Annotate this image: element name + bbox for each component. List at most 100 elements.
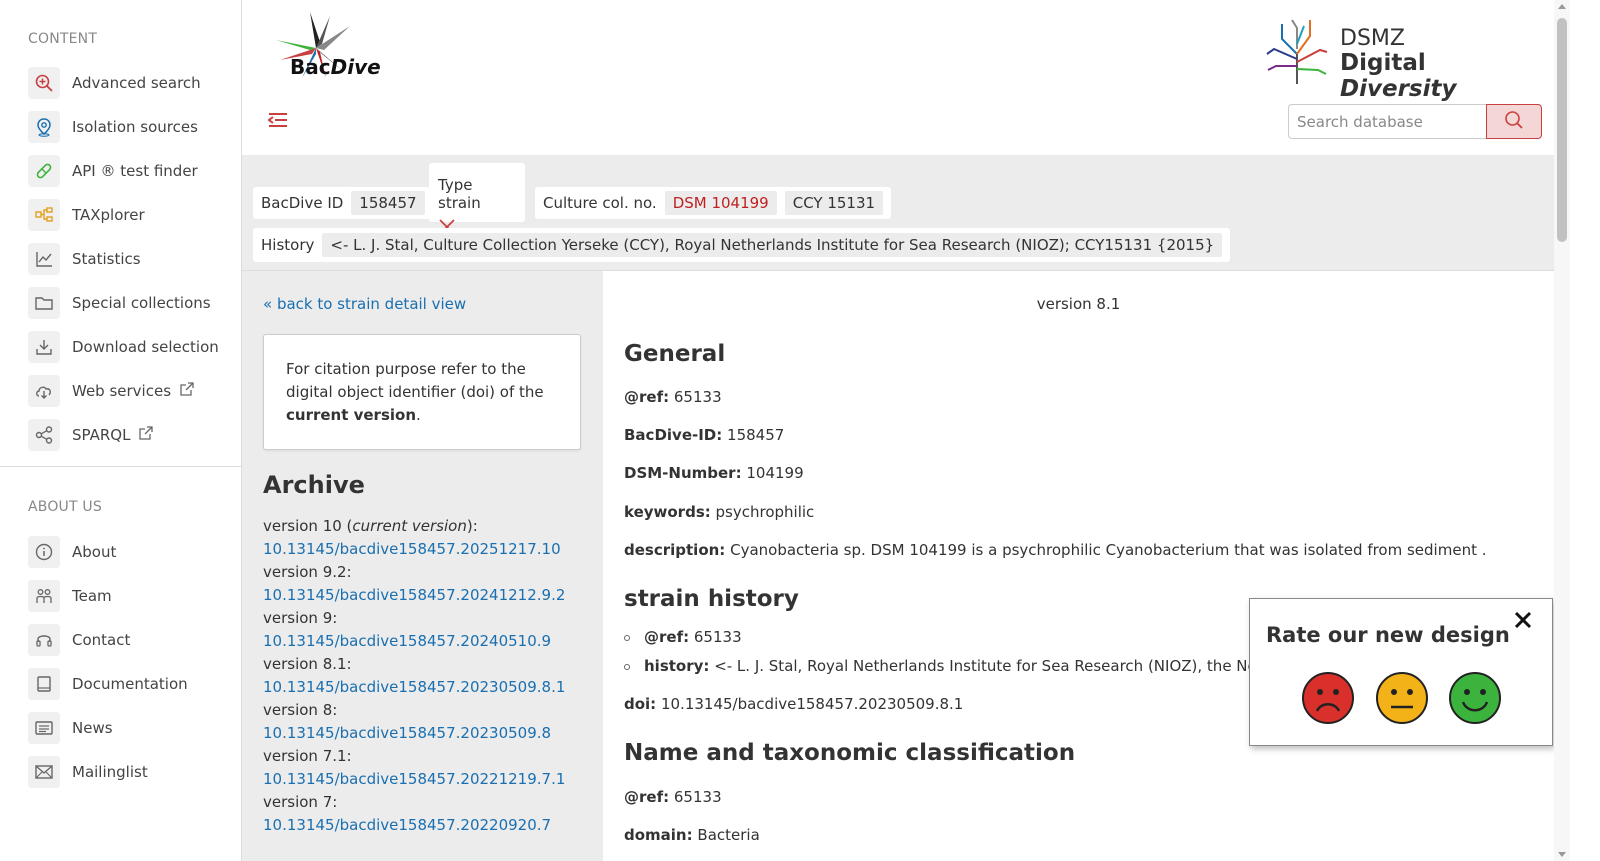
- page-header: BacDive DSMZ Digital Diversity: [242, 0, 1554, 155]
- headset-icon: [28, 624, 60, 656]
- version-label: version 9.2:: [263, 563, 352, 581]
- close-icon[interactable]: [1512, 609, 1534, 631]
- sidebar-item-label: API ® test finder: [72, 162, 198, 180]
- sidebar-item-taxplorer[interactable]: TAXplorer: [0, 193, 241, 237]
- cloud-download-icon: [28, 375, 60, 407]
- archive-list: version 10 (current version): 10.13145/b…: [263, 515, 593, 837]
- location-pin-icon: [28, 111, 60, 143]
- sidebar-item-mailinglist[interactable]: Mailinglist: [0, 750, 241, 794]
- list-item: version 7.1: 10.13145/bacdive158457.2022…: [263, 745, 593, 791]
- book-icon: [28, 668, 60, 700]
- sidebar-item-web-services[interactable]: Web services: [0, 369, 241, 413]
- info-icon: [28, 536, 60, 568]
- rating-title: Rate our new design: [1266, 623, 1510, 647]
- culture-number: CCY 15131: [784, 191, 884, 215]
- sidebar-item-news[interactable]: News: [0, 706, 241, 750]
- scrollbar-thumb[interactable]: [1557, 18, 1567, 242]
- team-icon: [28, 580, 60, 612]
- dsmz-wordmark-bottom: Digital Diversity: [1340, 50, 1457, 102]
- scroll-down-icon[interactable]: [1558, 852, 1566, 857]
- search-button[interactable]: [1486, 104, 1542, 139]
- culture-col-chip: Culture col. no. DSM 104199 CCY 15131: [535, 187, 892, 219]
- scroll-up-icon[interactable]: [1558, 4, 1566, 9]
- page-scrollbar[interactable]: [1554, 0, 1570, 861]
- section-title-strain-history: strain history: [624, 586, 799, 612]
- download-icon: [28, 331, 60, 363]
- happy-face-icon[interactable]: [1448, 671, 1502, 725]
- field-description: description: Cyanobacteria sp. DSM 10419…: [624, 541, 1487, 559]
- list-item: version 7: 10.13145/bacdive158457.202209…: [263, 791, 593, 837]
- sidebar-item-download-selection[interactable]: Download selection: [0, 325, 241, 369]
- doi-link[interactable]: 10.13145/bacdive158457.20240510.9: [263, 630, 593, 653]
- citation-bold: current version: [286, 406, 417, 424]
- section-title-taxonomy: Name and taxonomic classification: [624, 740, 1076, 766]
- sidebar: CONTENT Advanced search Isolation source…: [0, 0, 242, 861]
- sad-face-icon[interactable]: [1301, 671, 1355, 725]
- history-value: <- L. J. Stal, Culture Collection Yersek…: [322, 233, 1223, 257]
- strain-info-bar: BacDive ID 158457 Type strain Culture co…: [242, 155, 1554, 271]
- sidebar-item-statistics[interactable]: Statistics: [0, 237, 241, 281]
- type-strain-label: Type strain: [438, 176, 481, 212]
- sidebar-item-label: Special collections: [72, 294, 211, 312]
- folder-icon: [28, 287, 60, 319]
- search-bar: [1288, 104, 1542, 139]
- field-ref: @ref: 65133: [624, 388, 722, 406]
- sidebar-item-team[interactable]: Team: [0, 574, 241, 618]
- rating-popup: Rate our new design: [1249, 598, 1553, 746]
- doi-link[interactable]: 10.13145/bacdive158457.20251217.10: [263, 538, 593, 561]
- search-icon: [1504, 110, 1524, 133]
- sidebar-item-label: About: [72, 543, 117, 561]
- doi-link[interactable]: 10.13145/bacdive158457.20230509.8.1: [263, 676, 593, 699]
- doi-link[interactable]: 10.13145/bacdive158457.20220920.7: [263, 814, 593, 837]
- version-suffix: ):: [466, 517, 478, 535]
- version-note: current version: [352, 517, 467, 535]
- pill-icon: [28, 155, 60, 187]
- sidebar-item-api-test-finder[interactable]: API ® test finder: [0, 149, 241, 193]
- field-keywords: keywords: psychrophilic: [624, 503, 815, 521]
- neutral-face-icon[interactable]: [1375, 671, 1429, 725]
- sidebar-item-label: Download selection: [72, 338, 219, 356]
- sidebar-item-sparql[interactable]: SPARQL: [0, 413, 241, 457]
- sidebar-item-label: Statistics: [72, 250, 141, 268]
- sidebar-divider: [0, 466, 241, 467]
- culture-number-link[interactable]: DSM 104199: [664, 191, 777, 215]
- list-item: version 9.2: 10.13145/bacdive158457.2024…: [263, 561, 593, 607]
- version-label: version 8.1: [1036, 295, 1121, 313]
- sidebar-item-label: TAXplorer: [72, 206, 145, 224]
- doi-link[interactable]: 10.13145/bacdive158457.20241212.9.2: [263, 584, 593, 607]
- list-item: version 9: 10.13145/bacdive158457.202405…: [263, 607, 593, 653]
- envelope-icon: [28, 756, 60, 788]
- bacdive-logo[interactable]: BacDive: [264, 10, 381, 90]
- doi-link[interactable]: 10.13145/bacdive158457.20221219.7.1: [263, 768, 593, 791]
- dsmz-wordmark-top: DSMZ: [1340, 26, 1405, 51]
- back-to-strain-link[interactable]: « back to strain detail view: [263, 295, 466, 313]
- version-label: version 7:: [263, 793, 338, 811]
- version-label: version 10 (: [263, 517, 353, 535]
- list-item: version 10 (current version): 10.13145/b…: [263, 515, 593, 561]
- sidebar-item-label: Mailinglist: [72, 763, 148, 781]
- sidebar-item-special-collections[interactable]: Special collections: [0, 281, 241, 325]
- history-label: History: [261, 236, 315, 254]
- sidebar-item-about[interactable]: About: [0, 530, 241, 574]
- newspaper-icon: [28, 712, 60, 744]
- doi-link[interactable]: 10.13145/bacdive158457.20230509.8: [263, 722, 593, 745]
- sidebar-item-isolation-sources[interactable]: Isolation sources: [0, 105, 241, 149]
- version-label: version 8:: [263, 701, 338, 719]
- sidebar-item-documentation[interactable]: Documentation: [0, 662, 241, 706]
- sidebar-item-label: Isolation sources: [72, 118, 198, 136]
- sidebar-item-contact[interactable]: Contact: [0, 618, 241, 662]
- field-bacdive-id: BacDive-ID: 158457: [624, 426, 785, 444]
- sidebar-item-advanced-search[interactable]: Advanced search: [0, 61, 241, 105]
- search-input[interactable]: [1288, 104, 1486, 139]
- bacdive-id-label: BacDive ID: [261, 194, 344, 212]
- list-item: history: <- L. J. Stal, Royal Netherland…: [624, 657, 1292, 675]
- version-label: version 8.1:: [263, 655, 352, 673]
- type-strain-chip: Type strain: [429, 163, 525, 235]
- sidebar-toggle-icon[interactable]: [266, 108, 290, 132]
- left-column: « back to strain detail view For citatio…: [242, 271, 603, 861]
- content-nav: Advanced search Isolation sources API ® …: [0, 61, 241, 457]
- dsmz-logo[interactable]: DSMZ Digital Diversity: [1262, 14, 1532, 102]
- content-section-title: CONTENT: [28, 31, 98, 47]
- citation-note: For citation purpose refer to the digita…: [263, 334, 581, 450]
- logo-wordmark: BacDive: [290, 55, 381, 79]
